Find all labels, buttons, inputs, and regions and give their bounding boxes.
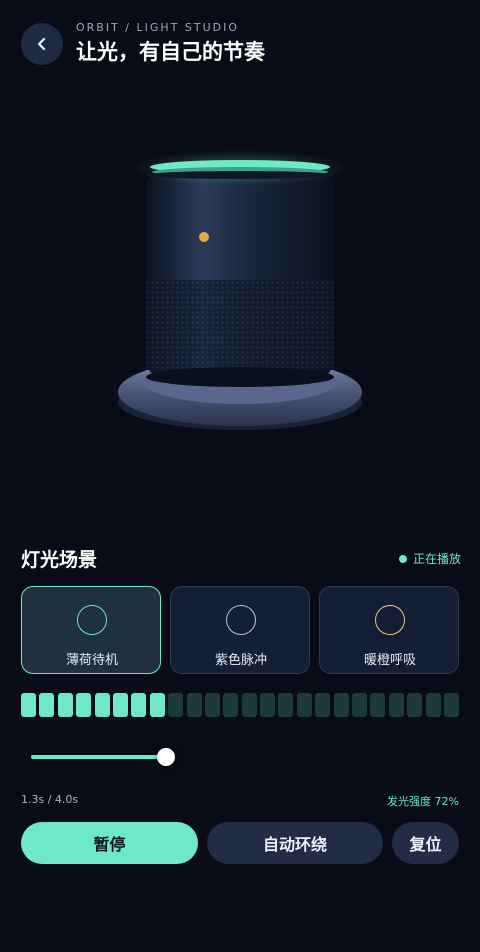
purple-ring-icon [226,605,256,635]
scene-card-purple-pulse[interactable]: 紫色脉冲 [170,586,310,674]
level-segment [21,693,36,717]
level-segment [112,693,128,717]
slider-track[interactable] [31,755,166,759]
progress-slider[interactable] [31,746,176,768]
playback-status: 正在播放 [398,550,461,567]
level-segment [425,693,441,717]
action-bar: 暂停 自动环绕 复位 [21,822,459,864]
level-segment [131,693,147,717]
orange-ring-icon [375,605,405,635]
app-eyebrow: ORBIT / LIGHT STUDIO [76,21,240,34]
level-segment [241,693,257,717]
scene-section-header: 灯光场景 正在播放 [21,542,461,574]
level-segment [333,693,349,717]
level-segment [94,693,110,717]
back-button[interactable] [21,23,63,65]
level-segment [370,693,386,717]
slider-thumb[interactable] [157,748,175,766]
top-bar: ORBIT / LIGHT STUDIO 让光，有自己的节奏 [0,0,480,90]
level-segment [296,693,312,717]
chevron-left-icon [37,37,46,51]
level-meter [21,693,459,717]
scene-list: 薄荷待机 紫色脉冲 暖橙呼吸 [21,586,459,674]
device-preview[interactable] [0,130,480,460]
scene-label: 暖橙呼吸 [363,653,416,668]
status-dot-icon [398,554,407,563]
status-label: 正在播放 [412,552,461,566]
pause-button[interactable]: 暂停 [21,822,198,864]
level-segment [315,693,331,717]
level-segment [407,693,423,717]
auto-orbit-button[interactable]: 自动环绕 [207,822,383,864]
scene-card-warm-orange-breathe[interactable]: 暖橙呼吸 [319,586,459,674]
mint-ring-icon [77,605,107,635]
reset-button[interactable]: 复位 [392,822,459,864]
level-segment [444,693,459,717]
smart-speaker-render [118,150,362,430]
level-segment [39,693,55,717]
level-segment [223,693,239,717]
level-segment [57,693,73,717]
time-readout: 1.3s / 4.0s [21,793,79,806]
level-segment [168,693,184,717]
scene-card-mint-standby[interactable]: 薄荷待机 [21,586,161,674]
section-title: 灯光场景 [21,549,98,571]
level-segment [352,693,368,717]
level-segment [186,693,202,717]
level-segment [76,693,92,717]
level-segment [278,693,294,717]
page-title: 让光，有自己的节奏 [76,40,265,64]
intensity-readout: 发光强度 72% [387,795,459,808]
scene-label: 紫色脉冲 [214,653,267,668]
level-segment [149,693,165,717]
level-segment [204,693,220,717]
level-segment [260,693,276,717]
level-segment [388,693,404,717]
scene-label: 薄荷待机 [65,653,118,668]
